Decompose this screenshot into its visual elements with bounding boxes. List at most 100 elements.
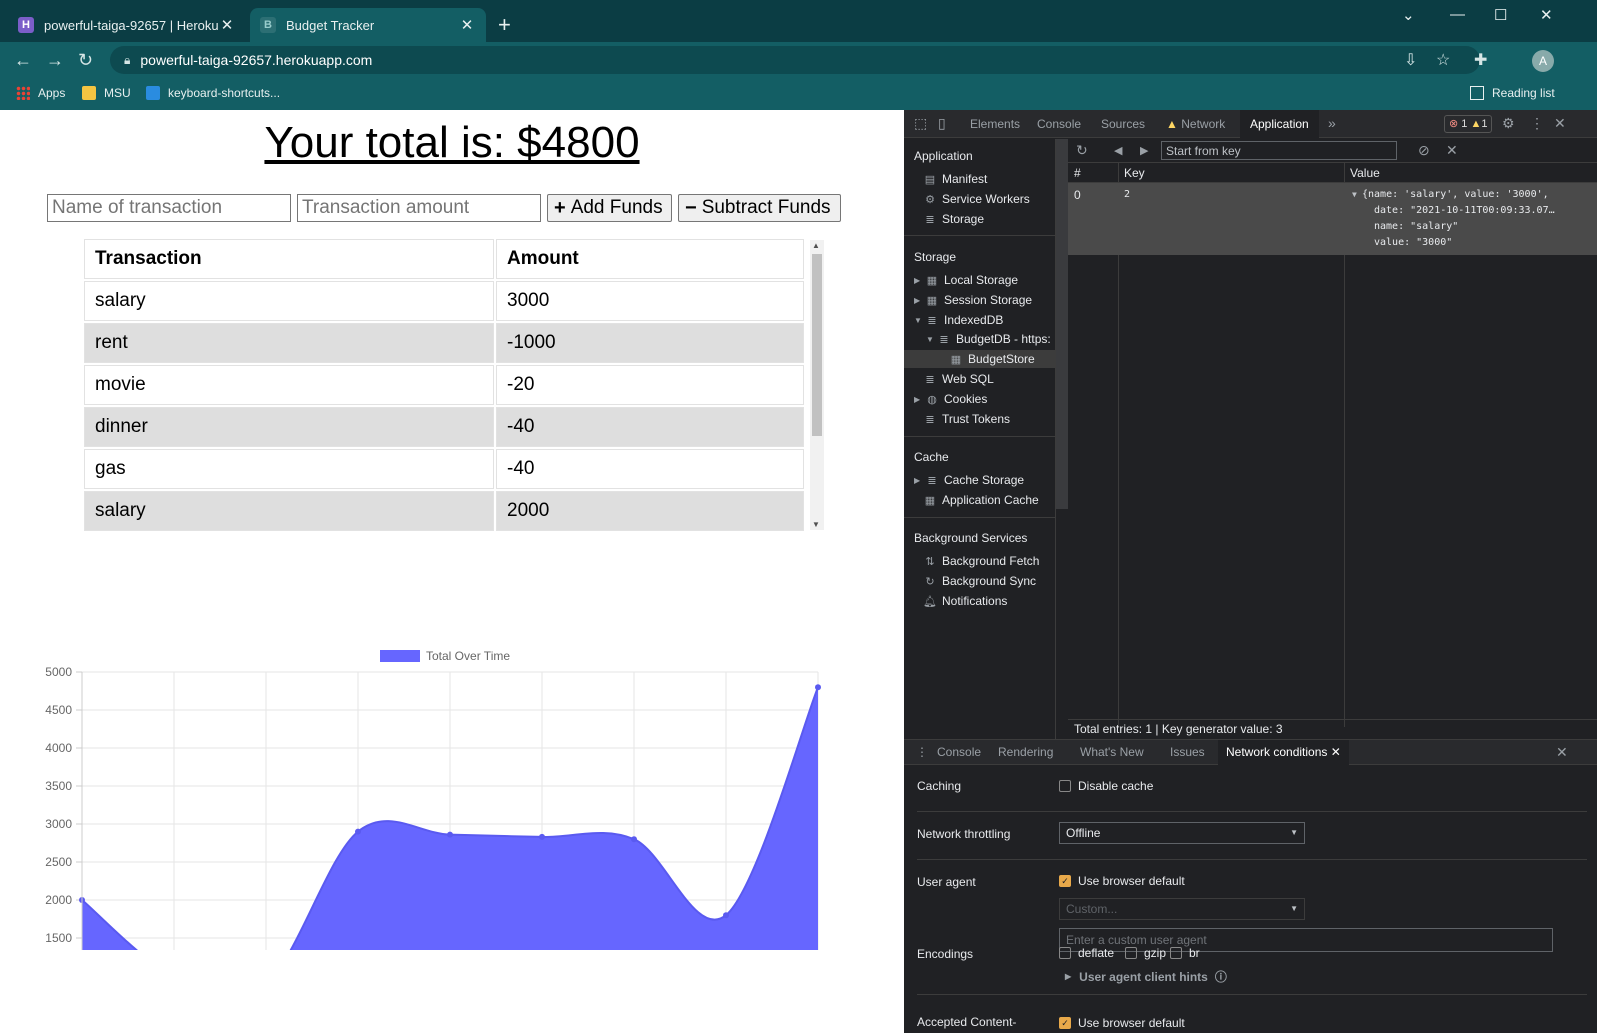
device-toolbar-icon[interactable]: ▯ [938, 115, 946, 132]
forward-icon[interactable]: → [46, 49, 64, 71]
sidebar-item-background-fetch[interactable]: ⇅ Background Fetch [924, 554, 1039, 568]
avatar[interactable]: A [1532, 50, 1554, 72]
expand-arrow-icon[interactable]: ▶ [914, 276, 924, 285]
transaction-amount-input[interactable] [297, 194, 541, 222]
sidebar-item-trust-tokens[interactable]: ≣ Trust Tokens [924, 412, 1010, 426]
throttling-select[interactable]: Offline ▼ [1059, 822, 1305, 844]
drawer-tab-network-conditions[interactable]: Network conditions ✕ [1218, 740, 1349, 765]
br-checkbox[interactable]: br [1170, 946, 1200, 960]
reload-icon[interactable]: ↻ [78, 49, 93, 71]
sidebar-item-budgetdb[interactable]: ▼ ≣ BudgetDB - https: [926, 332, 1051, 346]
error-count: 1 [1461, 118, 1468, 130]
bookmark-keyboard-shortcuts[interactable]: keyboard-shortcuts... [146, 86, 280, 100]
sidebar-item-cache-storage[interactable]: ▶ ≣ Cache Storage [914, 473, 1024, 487]
tab-heroku[interactable]: H powerful-taiga-92657 | Heroku ✕ [8, 8, 246, 42]
transactions-table-container[interactable]: Transaction Amount salary 3000 rent -100… [82, 237, 824, 532]
address-bar[interactable]: 🔒︎ powerful-taiga-92657.herokuapp.com [110, 46, 1480, 74]
gzip-checkbox[interactable]: gzip [1125, 946, 1166, 960]
back-icon[interactable]: ← [14, 49, 32, 71]
collapse-arrow-icon[interactable]: ▼ [914, 316, 924, 325]
refresh-icon[interactable]: ↻ [1076, 142, 1088, 159]
disable-cache-checkbox[interactable]: Disable cache [1059, 779, 1153, 793]
expand-arrow-icon[interactable]: ▶ [914, 395, 924, 404]
divider [904, 517, 1056, 518]
subtract-funds-button[interactable]: − Subtract Funds [678, 194, 841, 222]
sidebar-item-storage[interactable]: ≣ Storage [924, 212, 984, 226]
grid-icon: ▦ [926, 274, 938, 287]
start-from-key-input[interactable] [1161, 141, 1397, 160]
previous-page-icon[interactable]: ◀ [1114, 144, 1122, 157]
expand-arrow-icon[interactable]: ▶ [914, 296, 924, 305]
tab-sources[interactable]: Sources [1101, 110, 1145, 138]
more-options-icon[interactable]: ⋮ [1530, 115, 1544, 132]
tab-budget-tracker[interactable]: B Budget Tracker ✕ [250, 8, 486, 42]
table-scrollbar[interactable]: ▲ ▼ [810, 240, 824, 530]
transaction-name-input[interactable] [47, 194, 291, 222]
sync-icon: ↻ [925, 575, 935, 588]
reading-list-button[interactable]: Reading list [1470, 86, 1555, 100]
next-page-icon[interactable]: ▶ [1140, 144, 1148, 157]
install-icon[interactable]: ⇩ [1404, 50, 1417, 70]
enc-browser-default-checkbox[interactable]: ✓ Use browser default [1059, 1016, 1185, 1030]
tab-console[interactable]: Console [1037, 110, 1081, 138]
sidebar-scrollbar[interactable] [1056, 139, 1068, 509]
tab-application[interactable]: Application [1240, 110, 1319, 138]
scroll-down-icon[interactable]: ▼ [812, 520, 820, 529]
bookmark-msu[interactable]: MSU [82, 86, 131, 100]
expand-object-icon[interactable]: ▼ [1352, 190, 1357, 199]
minimize-icon[interactable]: — [1450, 6, 1465, 23]
idb-table-row[interactable]: 0 2 ▼ {name: 'salary', value: '3000', da… [1068, 183, 1597, 255]
close-devtools-icon[interactable]: ✕ [1554, 115, 1566, 132]
tab-elements[interactable]: Elements [970, 110, 1020, 138]
issues-badge[interactable]: ⊗ 1 ▲1 [1444, 115, 1493, 133]
ua-client-hints-toggle[interactable]: ▶ User agent client hints ⓘ [1065, 968, 1227, 985]
sidebar-item-service-workers[interactable]: ⚙ Service Workers [924, 192, 1030, 206]
scrollbar-thumb[interactable] [812, 254, 822, 436]
legend-label: Total Over Time [426, 649, 510, 663]
sidebar-item-label: Manifest [942, 172, 988, 186]
tab-network[interactable]: ▲ Network [1166, 110, 1225, 138]
scroll-up-icon[interactable]: ▲ [812, 241, 820, 250]
bookmark-star-icon[interactable]: ☆ [1436, 50, 1450, 70]
user-agent-select[interactable]: Custom... ▼ [1059, 898, 1305, 920]
close-tab-icon[interactable]: ✕ [458, 16, 476, 34]
drawer-tab-issues[interactable]: Issues [1170, 740, 1205, 765]
close-tab-icon[interactable]: ✕ [1331, 745, 1341, 759]
more-tabs-icon[interactable]: » [1328, 115, 1336, 131]
sidebar-item-background-sync[interactable]: ↻ Background Sync [924, 574, 1036, 588]
settings-gear-icon[interactable]: ⚙ [1502, 115, 1515, 132]
accepted-encodings-label-line2: Encodings [917, 947, 974, 961]
ua-browser-default-checkbox[interactable]: ✓ Use browser default [1059, 874, 1185, 888]
inspect-element-icon[interactable]: ⬚ [914, 115, 927, 132]
sidebar-item-local-storage[interactable]: ▶ ▦ Local Storage [914, 273, 1018, 287]
new-tab-icon[interactable]: + [498, 12, 511, 38]
sidebar-item-session-storage[interactable]: ▶ ▦ Session Storage [914, 293, 1032, 307]
tab-search-icon[interactable]: ⌄ [1402, 6, 1415, 24]
drawer-menu-icon[interactable]: ⋮ [916, 740, 928, 765]
close-drawer-icon[interactable]: ✕ [1556, 740, 1568, 765]
sidebar-item-notifications[interactable]: 🔔︎ Notifications [923, 594, 1007, 608]
bookmark-apps[interactable]: Apps [16, 86, 65, 100]
column-header-key: Key [1124, 166, 1145, 180]
clear-store-icon[interactable]: ⊘ [1418, 142, 1430, 159]
collapse-arrow-icon[interactable]: ▼ [926, 335, 936, 344]
drawer-tab-whats-new[interactable]: What's New [1080, 740, 1144, 765]
drawer-tab-rendering[interactable]: Rendering [998, 740, 1053, 765]
sidebar-item-web-sql[interactable]: ≣ Web SQL [924, 372, 993, 386]
sidebar-item-application-cache[interactable]: ▦ Application Cache [924, 493, 1039, 507]
maximize-icon[interactable]: ☐ [1494, 6, 1507, 24]
sidebar-item-budgetstore[interactable]: ▦ BudgetStore [904, 350, 1056, 368]
close-window-icon[interactable]: ✕ [1540, 6, 1553, 24]
extensions-icon[interactable]: ✚ [1474, 50, 1487, 70]
info-icon[interactable]: ⓘ [1215, 968, 1227, 985]
sidebar-item-cookies[interactable]: ▶ ◍ Cookies [914, 392, 987, 406]
add-funds-button[interactable]: + Add Funds [547, 194, 672, 222]
sidebar-item-manifest[interactable]: ▤ Manifest [924, 172, 988, 186]
data-point [539, 833, 545, 840]
drawer-tab-console[interactable]: Console [937, 740, 981, 765]
close-tab-icon[interactable]: ✕ [218, 16, 236, 34]
delete-selected-icon[interactable]: ✕ [1446, 142, 1458, 159]
expand-arrow-icon[interactable]: ▶ [914, 476, 924, 485]
sidebar-item-indexeddb[interactable]: ▼ ≣ IndexedDB [914, 313, 1003, 327]
deflate-checkbox[interactable]: deflate [1059, 946, 1114, 960]
